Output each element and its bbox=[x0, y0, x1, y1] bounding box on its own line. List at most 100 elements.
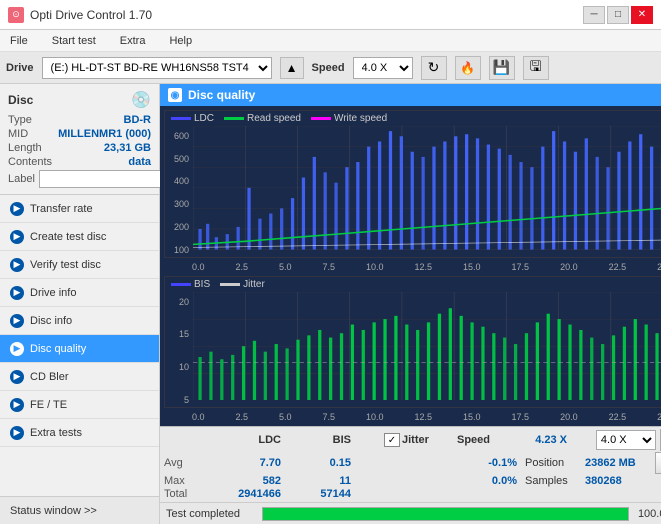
menu-file[interactable]: File bbox=[4, 33, 34, 49]
writespeed-legend-color bbox=[311, 117, 331, 120]
bottom-chart-svg bbox=[193, 292, 661, 400]
disc-type-label: Type bbox=[8, 114, 32, 126]
start-part-button[interactable]: Start part bbox=[655, 452, 661, 474]
extra-tests-icon: ▶ bbox=[10, 426, 24, 440]
sidebar-item-create-test-disc[interactable]: ▶ Create test disc bbox=[0, 223, 159, 251]
write-button[interactable]: 💾 bbox=[489, 56, 515, 80]
disc-contents-row: Contents data bbox=[8, 156, 151, 168]
speed-val-display: 4.23 X bbox=[512, 434, 567, 446]
titlebar-left: ⊙ Opti Drive Control 1.70 bbox=[8, 7, 152, 23]
menu-start-test[interactable]: Start test bbox=[46, 33, 102, 49]
titlebar-controls: ─ □ ✕ bbox=[583, 6, 653, 24]
avg-label: Avg bbox=[164, 457, 219, 469]
speed-label: Speed bbox=[312, 62, 345, 74]
erase-button[interactable]: 🔥 bbox=[455, 56, 481, 80]
jitter-col-header: Jitter bbox=[402, 434, 457, 446]
ldc-legend-label: LDC bbox=[194, 113, 214, 124]
ldc-col-header: LDC bbox=[219, 434, 289, 446]
stats-total-row: Total 2941466 57144 bbox=[164, 488, 661, 500]
bottom-chart-container: BIS Jitter bbox=[164, 276, 661, 408]
disc-quality-label: Disc quality bbox=[30, 343, 86, 355]
disc-quality-header: ◉ Disc quality bbox=[160, 84, 661, 106]
bottom-y-labels: 20 15 10 5 bbox=[165, 295, 191, 407]
refresh-button[interactable]: ↻ bbox=[421, 56, 447, 80]
bis-legend-label: BIS bbox=[194, 279, 210, 290]
stats-header-row: LDC BIS ✓ Jitter Speed 4.23 X 4.0 X Star… bbox=[164, 429, 661, 451]
max-ldc: 582 bbox=[219, 475, 289, 487]
sidebar-item-cd-bler[interactable]: ▶ CD Bler bbox=[0, 363, 159, 391]
position-value: 23862 MB bbox=[585, 457, 655, 469]
stats-table: LDC BIS ✓ Jitter Speed 4.23 X 4.0 X Star… bbox=[160, 426, 661, 502]
progress-area: Test completed 100.0% 33:17 bbox=[160, 502, 661, 524]
position-label: Position bbox=[525, 457, 585, 469]
progress-percent: 100.0% bbox=[635, 508, 661, 520]
sidebar-item-drive-info[interactable]: ▶ Drive info bbox=[0, 279, 159, 307]
drivebar: Drive (E:) HL-DT-ST BD-RE WH16NS58 TST4 … bbox=[0, 52, 661, 84]
readspeed-legend-color bbox=[224, 117, 244, 120]
menubar: File Start test Extra Help bbox=[0, 30, 661, 52]
maximize-button[interactable]: □ bbox=[607, 6, 629, 24]
sidebar-item-verify-test-disc[interactable]: ▶ Verify test disc bbox=[0, 251, 159, 279]
disc-quality-icon: ▶ bbox=[10, 342, 24, 356]
eject-button[interactable]: ▲ bbox=[280, 57, 304, 79]
sidebar-item-disc-quality[interactable]: ▶ Disc quality bbox=[0, 335, 159, 363]
max-bis: 11 bbox=[289, 475, 359, 487]
extra-tests-label: Extra tests bbox=[30, 427, 82, 439]
progress-fill bbox=[263, 508, 628, 520]
disc-mid-value: MILLENMR1 (000) bbox=[58, 128, 151, 140]
status-window-label: Status window >> bbox=[10, 505, 97, 517]
cd-bler-icon: ▶ bbox=[10, 370, 24, 384]
menu-extra[interactable]: Extra bbox=[114, 33, 152, 49]
fe-te-icon: ▶ bbox=[10, 398, 24, 412]
disc-type-value: BD-R bbox=[124, 114, 152, 126]
max-label: Max bbox=[164, 475, 219, 487]
transfer-rate-icon: ▶ bbox=[10, 202, 24, 216]
label-input[interactable] bbox=[39, 170, 177, 188]
minimize-button[interactable]: ─ bbox=[583, 6, 605, 24]
sidebar-item-transfer-rate[interactable]: ▶ Transfer rate bbox=[0, 195, 159, 223]
disc-header: Disc 💿 bbox=[8, 90, 151, 110]
writespeed-legend-label: Write speed bbox=[334, 113, 387, 124]
cd-bler-label: CD Bler bbox=[30, 371, 69, 383]
bis-legend: BIS bbox=[171, 279, 210, 290]
status-text: Test completed bbox=[166, 508, 256, 520]
disc-contents-value: data bbox=[128, 156, 151, 168]
bottom-x-labels: 0.0 2.5 5.0 7.5 10.0 12.5 15.0 17.5 20.0… bbox=[164, 412, 661, 422]
sidebar-item-extra-tests[interactable]: ▶ Extra tests bbox=[0, 419, 159, 447]
bis-col-header: BIS bbox=[289, 434, 359, 446]
jitter-legend: Jitter bbox=[220, 279, 265, 290]
top-chart-svg bbox=[193, 126, 661, 250]
disc-info-icon: ▶ bbox=[10, 314, 24, 328]
menu-help[interactable]: Help bbox=[163, 33, 198, 49]
sidebar-item-disc-info[interactable]: ▶ Disc info bbox=[0, 307, 159, 335]
samples-value: 380268 bbox=[585, 475, 622, 487]
sidebar: Disc 💿 Type BD-R MID MILLENMR1 (000) Len… bbox=[0, 84, 160, 524]
save-button[interactable]: 🖫 bbox=[523, 56, 549, 80]
speed-col-header: Speed bbox=[457, 434, 512, 446]
jitter-legend-label: Jitter bbox=[243, 279, 265, 290]
readspeed-legend-label: Read speed bbox=[247, 113, 301, 124]
drive-select[interactable]: (E:) HL-DT-ST BD-RE WH16NS58 TST4 bbox=[42, 57, 272, 79]
drive-info-icon: ▶ bbox=[10, 286, 24, 300]
speed-select[interactable]: 4.0 X bbox=[353, 57, 413, 79]
speed-select-stats[interactable]: 4.0 X bbox=[596, 430, 656, 450]
transfer-rate-label: Transfer rate bbox=[30, 203, 93, 215]
status-window-button[interactable]: Status window >> bbox=[0, 496, 159, 524]
top-y-labels: 600 500 400 300 200 100 bbox=[165, 129, 191, 257]
close-button[interactable]: ✕ bbox=[631, 6, 653, 24]
avg-ldc: 7.70 bbox=[219, 457, 289, 469]
disc-label-key: Label bbox=[8, 173, 35, 185]
stats-max-row: Max 582 11 0.0% Samples 380268 bbox=[164, 475, 661, 487]
samples-label: Samples bbox=[525, 475, 585, 487]
jitter-checkbox[interactable]: ✓ bbox=[384, 433, 400, 447]
dq-header-title: Disc quality bbox=[188, 88, 255, 102]
disc-length-label: Length bbox=[8, 142, 42, 154]
bottom-legend: BIS Jitter bbox=[165, 277, 661, 292]
app-title: Opti Drive Control 1.70 bbox=[30, 8, 152, 22]
disc-type-row: Type BD-R bbox=[8, 114, 151, 126]
total-label: Total bbox=[164, 488, 219, 500]
total-bis: 57144 bbox=[289, 488, 359, 500]
stats-avg-row: Avg 7.70 0.15 -0.1% Position 23862 MB St… bbox=[164, 452, 661, 474]
sidebar-item-fe-te[interactable]: ▶ FE / TE bbox=[0, 391, 159, 419]
charts-area: LDC Read speed Write speed bbox=[160, 106, 661, 426]
